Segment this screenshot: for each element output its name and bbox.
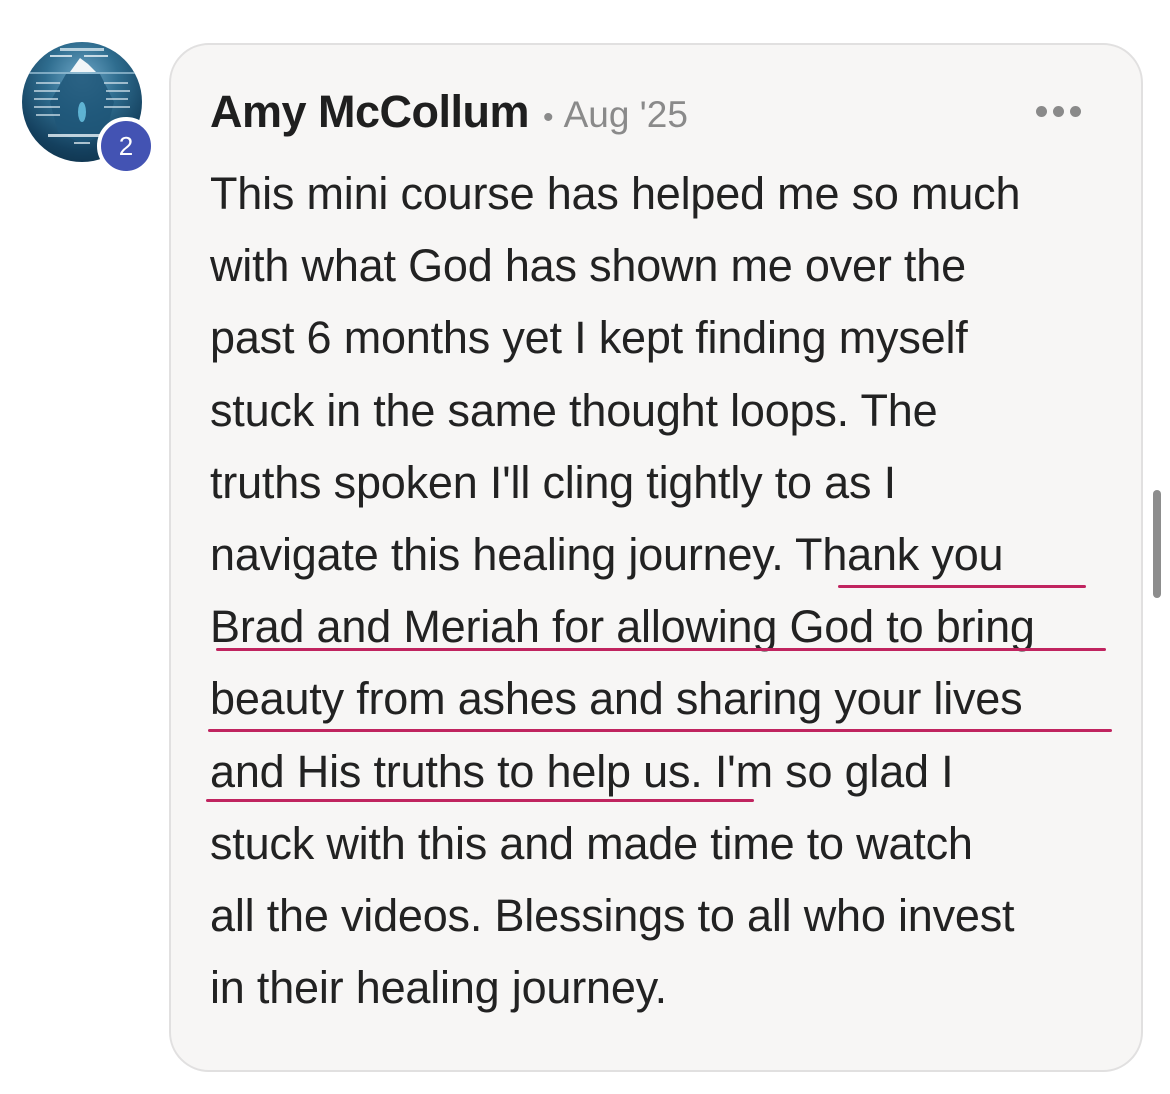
highlight-underline bbox=[216, 648, 1106, 651]
highlight-underline bbox=[206, 799, 754, 802]
comment-line: stuck with this and made time to watch bbox=[210, 817, 973, 869]
comment-line: navigate this healing journey. Thank you bbox=[210, 529, 1004, 581]
comment-thread: 2 Amy McCollum • Aug '25 This mini cours… bbox=[0, 0, 1170, 1094]
comment-line: Brad and Meriah for allowing God to brin… bbox=[210, 601, 1035, 653]
highlight-underline bbox=[208, 729, 1112, 732]
comment-line: and His truths to help us. I'm so glad I bbox=[210, 745, 954, 797]
comment-header: Amy McCollum • Aug '25 bbox=[210, 86, 688, 142]
comment-line: in their healing journey. bbox=[210, 962, 667, 1014]
comment-line: beauty from ashes and sharing your lives bbox=[210, 673, 1023, 725]
author-name[interactable]: Amy McCollum bbox=[210, 86, 530, 138]
comment-line: with what God has shown me over the bbox=[210, 240, 966, 292]
notification-count-badge: 2 bbox=[97, 117, 155, 175]
comment-body: This mini course has helped me so much w… bbox=[210, 158, 1120, 1024]
scrollbar[interactable] bbox=[1153, 490, 1161, 598]
comment-line: This mini course has helped me so much bbox=[210, 168, 1021, 219]
comment-line: past 6 months yet I kept finding myself bbox=[210, 312, 968, 364]
comment-line: truths spoken I'll cling tightly to as I bbox=[210, 456, 896, 508]
meta-separator: • bbox=[543, 101, 554, 134]
highlight-underline bbox=[838, 585, 1086, 588]
comment-line: stuck in the same thought loops. The bbox=[210, 384, 938, 436]
more-options-icon[interactable] bbox=[1036, 106, 1081, 117]
comment-line: all the videos. Blessings to all who inv… bbox=[210, 890, 1015, 942]
comment-date: Aug '25 bbox=[563, 94, 688, 135]
